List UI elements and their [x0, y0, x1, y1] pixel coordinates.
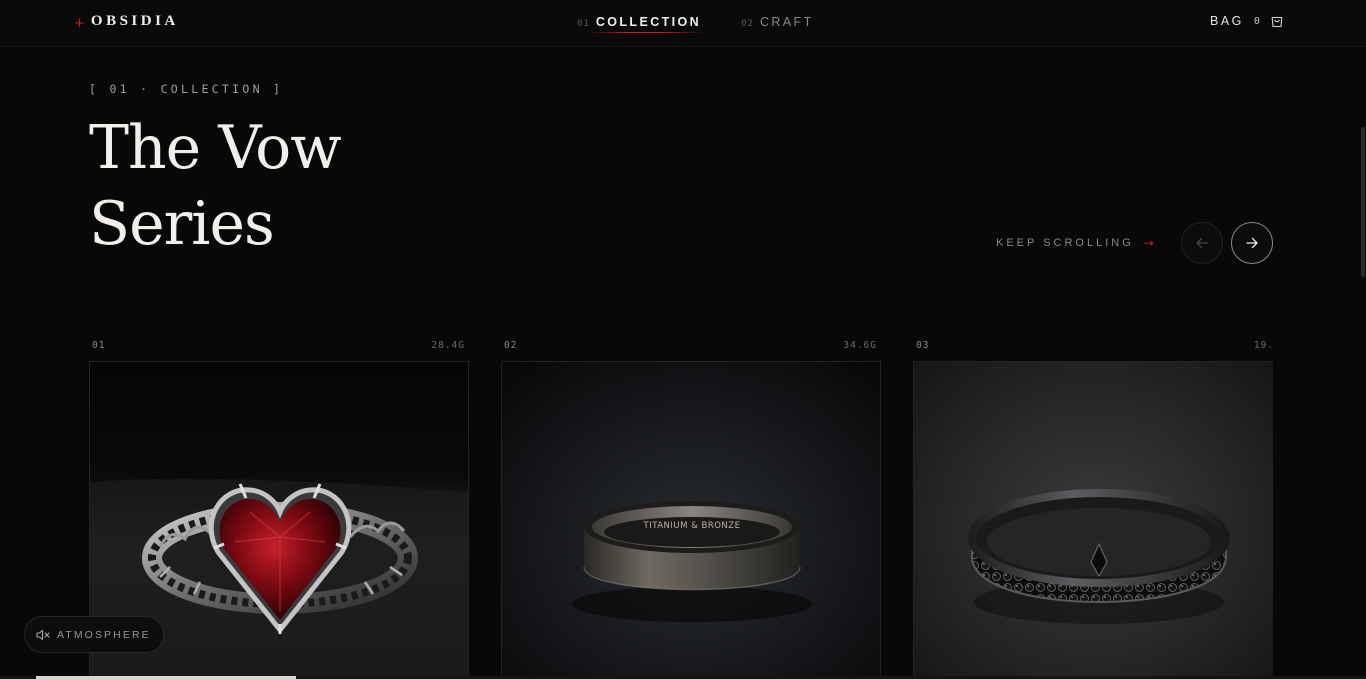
product-weight: 19. [1253, 340, 1274, 351]
keep-scrolling-label: KEEP SCROLLING [996, 237, 1134, 249]
atmosphere-sound-toggle[interactable]: ATMOSPHERE [24, 616, 164, 653]
arrow-right-icon [1246, 237, 1258, 249]
nav-number: 01 [577, 19, 590, 29]
speaker-muted-icon [36, 629, 50, 641]
section-eyebrow: [ 01 · COLLECTION ] [89, 82, 284, 96]
bag-count: 0 [1253, 15, 1260, 27]
title-line-1: The Vow [89, 113, 342, 183]
product-index: 03 [916, 340, 930, 351]
product-meta: 02 34.6G [504, 340, 877, 351]
bag-label: BAG [1210, 14, 1244, 28]
nav-item-collection[interactable]: 01 COLLECTION [577, 15, 706, 33]
arrow-right-small-icon: → [1143, 236, 1154, 250]
nav-label: COLLECTION [595, 15, 702, 29]
scrollbar-thumb[interactable] [1361, 127, 1365, 277]
carousel-prev-button[interactable] [1181, 222, 1223, 264]
logo-text: OBSIDIA [90, 13, 179, 29]
top-header: + OBSIDIA 01 COLLECTION 02 CRAFT BAG 0 [0, 0, 1366, 47]
product-card[interactable] [913, 361, 1273, 679]
active-indicator [585, 32, 706, 33]
keep-scrolling-hint: KEEP SCROLLING → [996, 236, 1154, 250]
product-image-titanium-band: TITANIUM & BRONZE [502, 362, 880, 679]
product-index: 02 [504, 340, 518, 351]
bag-icon [1270, 14, 1284, 28]
nav-item-craft[interactable]: 02 CRAFT [741, 15, 814, 29]
carousel-next-button[interactable] [1231, 222, 1273, 264]
product-card[interactable]: TITANIUM & BRONZE [501, 361, 881, 679]
product-meta: 01 28.4G [92, 340, 465, 351]
nav-label: CRAFT [759, 15, 814, 29]
product-weight: 28.4G [431, 340, 465, 351]
page: + OBSIDIA 01 COLLECTION 02 CRAFT BAG 0 [… [0, 0, 1366, 679]
scrollbar[interactable] [1360, 47, 1366, 679]
nav-number: 02 [741, 19, 754, 29]
product-index: 01 [92, 340, 106, 351]
logo-cross-icon: + [74, 15, 85, 31]
title-line-2: Series [89, 189, 275, 259]
product-meta: 03 19. [916, 340, 1274, 351]
ring-engraving: TITANIUM & BRONZE [643, 521, 741, 531]
product-weight: 34.6G [843, 340, 877, 351]
logo[interactable]: + OBSIDIA [74, 13, 179, 30]
main-nav: 01 COLLECTION 02 CRAFT [577, 15, 814, 33]
atmosphere-label: ATMOSPHERE [57, 628, 151, 641]
page-title: The Vow Series [89, 110, 342, 262]
bag-button[interactable]: BAG 0 [1210, 14, 1284, 28]
product-image-black-pave-band [914, 362, 1273, 679]
arrow-left-icon [1196, 237, 1208, 249]
